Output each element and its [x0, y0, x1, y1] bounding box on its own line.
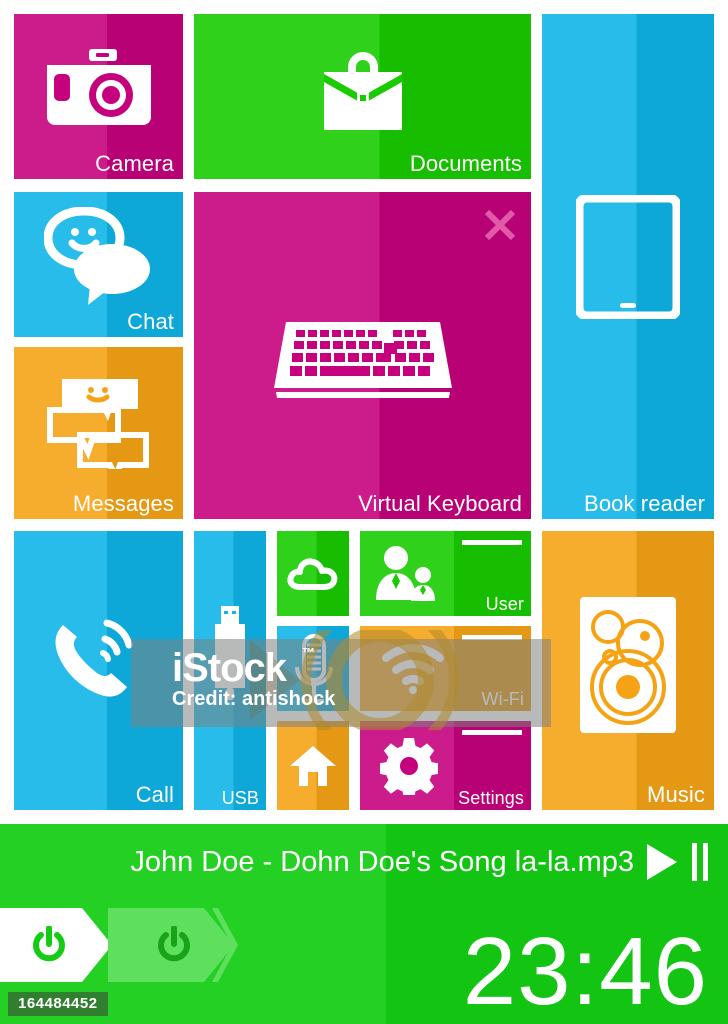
tile-label: USB: [221, 788, 259, 808]
tile-settings[interactable]: Settings: [360, 721, 531, 810]
camera-icon: [46, 48, 151, 125]
chat-bubble-icon: [43, 206, 150, 305]
tile-music[interactable]: Music: [542, 531, 714, 810]
close-icon[interactable]: [483, 208, 517, 242]
speaker-icon: [580, 596, 676, 733]
gear-icon: [380, 738, 438, 795]
tablet-icon: [576, 194, 680, 319]
phone-icon: [55, 619, 132, 697]
tile-label: Wi-Fi: [481, 689, 524, 709]
clock-display: 23:46: [462, 918, 708, 1024]
tile-label: Camera: [95, 151, 174, 176]
tile-messages[interactable]: Messages: [14, 347, 183, 519]
watermark-trademark: ™: [302, 645, 315, 660]
tile-label: Virtual Keyboard: [358, 491, 522, 516]
cloud-icon: [287, 558, 338, 590]
tile-label: Settings: [458, 788, 524, 808]
tile-label: Call: [135, 782, 174, 807]
tile-label: Chat: [127, 309, 174, 334]
tile-label: Messages: [72, 491, 174, 516]
tile-home[interactable]: [277, 721, 349, 810]
tile-chat[interactable]: Chat: [14, 192, 183, 337]
tile-documents[interactable]: Documents: [194, 14, 531, 179]
keyboard-icon: [273, 321, 452, 398]
tile-cloud[interactable]: [277, 531, 349, 616]
watermark-credit: Credit: antishock: [172, 688, 336, 710]
tile-status-bar: [462, 540, 522, 545]
power-icon[interactable]: [30, 926, 68, 966]
tile-virtual-keyboard[interactable]: Virtual Keyboard: [194, 192, 531, 519]
tile-wifi[interactable]: Wi-Fi: [360, 626, 531, 711]
tile-status-bar: [462, 635, 522, 640]
track-title: John Doe - Dohn Doe's Song la-la.mp3: [130, 845, 634, 878]
wifi-icon: [382, 644, 444, 694]
watermark-asset-id: 164484452: [8, 992, 108, 1016]
tile-label: Book reader: [584, 491, 705, 516]
briefcase-icon: [323, 51, 402, 130]
play-icon[interactable]: [644, 842, 680, 882]
tile-status-bar: [462, 730, 522, 735]
tile-camera[interactable]: Camera: [14, 14, 183, 179]
power-icon[interactable]: [155, 926, 193, 966]
now-playing-row: John Doe - Dohn Doe's Song la-la.mp3: [130, 842, 710, 882]
tile-label: User: [485, 594, 524, 614]
tile-label: Music: [647, 782, 705, 807]
pause-icon[interactable]: [690, 842, 710, 882]
watermark-logo: iStock: [172, 646, 287, 690]
home-icon: [290, 745, 336, 786]
tile-book-reader[interactable]: Book reader: [542, 14, 714, 519]
tile-user[interactable]: User: [360, 531, 531, 616]
user-icon: [376, 546, 435, 601]
tile-label: Documents: [409, 151, 522, 176]
start-screen: Camera Documents Book reader Chat Virtua…: [0, 0, 728, 1024]
messages-icon: [46, 379, 149, 469]
tile-call[interactable]: Call: [14, 531, 183, 810]
